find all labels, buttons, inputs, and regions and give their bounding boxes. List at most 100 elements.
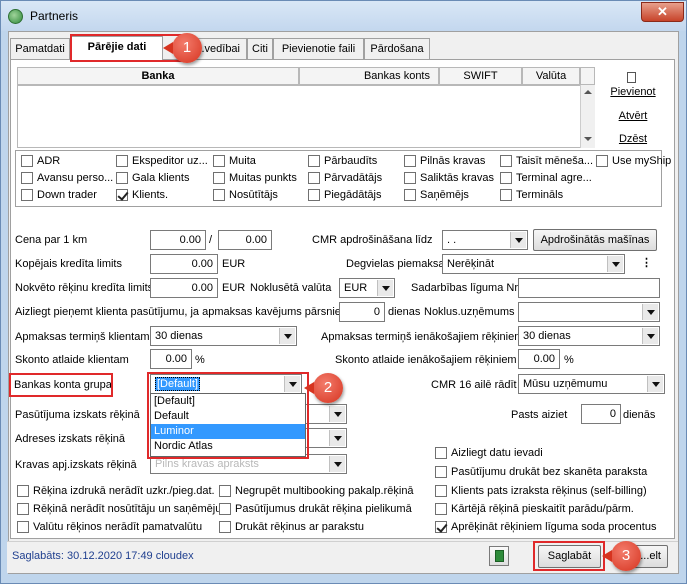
price-per-km-input[interactable]: 0.00: [150, 230, 206, 250]
column-header-swift[interactable]: SWIFT: [439, 67, 522, 85]
flag-down-trader[interactable]: Down trader: [21, 189, 97, 201]
option-checkbox[interactable]: [435, 503, 447, 515]
flag-checkbox[interactable]: [404, 155, 416, 167]
flag-adr[interactable]: ADR: [21, 155, 60, 167]
flag-klients[interactable]: Klients.: [116, 189, 168, 201]
opt-print-without-signature[interactable]: Pasūtījumu drukāt bez skanēta paraksta: [435, 466, 647, 478]
flag-checkbox[interactable]: [213, 189, 225, 201]
opt-hide-base-currency[interactable]: Valūtu rēķinos nerādīt pamatvalūtu: [17, 521, 202, 533]
open-bank-button[interactable]: Atvērt: [604, 110, 662, 122]
flag-checkbox[interactable]: [500, 155, 512, 167]
flag-checkbox[interactable]: [500, 172, 512, 184]
flag-checkbox[interactable]: [404, 189, 416, 201]
opt-add-debt[interactable]: Kārtējā rēķinā pieskaitīt parādu/pārm.: [435, 503, 634, 515]
flag-muitas-punkts[interactable]: Muitas punkts: [213, 172, 297, 184]
flag-muita[interactable]: Muita: [213, 155, 256, 167]
deny-orders-days-input[interactable]: 0: [339, 302, 385, 322]
scroll-down-icon[interactable]: [584, 137, 592, 141]
tab-pardosana[interactable]: Pārdošana: [364, 38, 430, 59]
cmr16-select[interactable]: Mūsu uzņēmumu: [518, 374, 665, 394]
add-bank-button[interactable]: Pievienot: [604, 86, 662, 98]
flag-taisit-menesa[interactable]: Taisīt mēneša...: [500, 155, 593, 167]
flag-avansu[interactable]: Avansu perso...: [21, 172, 113, 184]
flag-nosutitajs[interactable]: Nosūtītājs: [213, 189, 278, 201]
opt-print-orders-attachment[interactable]: Pasūtījumus drukāt rēķina pielikumā: [219, 503, 412, 515]
client-payment-term-select[interactable]: 30 dienas: [150, 326, 297, 346]
opt-print-with-signature[interactable]: Drukāt rēķinus ar parakstu: [219, 521, 364, 533]
total-credit-input[interactable]: 0.00: [150, 254, 218, 274]
flag-checkbox[interactable]: [500, 189, 512, 201]
chevron-down-icon[interactable]: [279, 328, 295, 344]
opt-self-billing[interactable]: Klients pats izraksta rēķinus (self-bill…: [435, 485, 647, 497]
overdue-credit-input[interactable]: 0.00: [150, 278, 218, 298]
flag-pilnas-kravas[interactable]: Pilnās kravas: [404, 155, 485, 167]
close-button[interactable]: ✕: [641, 2, 684, 22]
pasts-aiziet-input[interactable]: 0: [581, 404, 621, 424]
default-company-select[interactable]: [518, 302, 660, 322]
flag-checkbox[interactable]: [596, 155, 608, 167]
opt-penalty-interest[interactable]: Aprēķināt rēķiniem līguma soda procentus: [435, 521, 656, 533]
flag-checkbox[interactable]: [404, 172, 416, 184]
opt-deny-data-entry[interactable]: Aizliegt datu ievadi: [435, 447, 543, 459]
excel-export-icon[interactable]: [489, 546, 509, 566]
flag-gala-klients[interactable]: Gala klients: [116, 172, 189, 184]
option-checkbox[interactable]: [219, 521, 231, 533]
default-currency-select[interactable]: EUR: [339, 278, 395, 298]
column-header-currency[interactable]: Valūta: [522, 67, 580, 85]
opt-hide-sender[interactable]: Rēķinā nerādīt nosūtītāju un saņēmēju: [17, 503, 221, 515]
flag-checkbox[interactable]: [21, 189, 33, 201]
flag-use-myship[interactable]: Use myShip: [596, 155, 671, 167]
insured-cars-button[interactable]: Apdrošinātās mašīnas: [533, 229, 657, 251]
flag-checkbox[interactable]: [116, 172, 128, 184]
chevron-down-icon[interactable]: [329, 430, 345, 446]
flag-checkbox[interactable]: [21, 155, 33, 167]
option-checkbox[interactable]: [435, 466, 447, 478]
flag-terminal-agre[interactable]: Terminal agre...: [500, 172, 592, 184]
client-discount-input[interactable]: 0.00: [150, 349, 192, 369]
contract-no-input[interactable]: [518, 278, 660, 298]
chevron-down-icon[interactable]: [510, 232, 526, 248]
option-checkbox[interactable]: [17, 521, 29, 533]
option-checkbox[interactable]: [219, 503, 231, 515]
flag-checkbox[interactable]: [213, 155, 225, 167]
chevron-down-icon[interactable]: [329, 406, 345, 422]
option-checkbox[interactable]: [17, 503, 29, 515]
column-header-account[interactable]: Bankas konts: [299, 67, 439, 85]
option-checkbox-checked[interactable]: [435, 521, 447, 533]
option-checkbox[interactable]: [17, 485, 29, 497]
option-checkbox[interactable]: [435, 447, 447, 459]
option-checkbox[interactable]: [219, 485, 231, 497]
more-options-icon[interactable]: ⋮: [641, 256, 652, 269]
flag-sanemejs[interactable]: Saņēmējs: [404, 189, 469, 201]
flag-checkbox[interactable]: [308, 155, 320, 167]
chevron-down-icon[interactable]: [642, 328, 658, 344]
flag-saliktas-kravas[interactable]: Saliktās kravas: [404, 172, 494, 184]
column-header-bank[interactable]: Banka: [17, 67, 299, 85]
tab-pamatdati[interactable]: Pamatdati: [10, 38, 70, 59]
delete-bank-button[interactable]: Dzēst: [604, 133, 662, 145]
flag-checkbox-checked[interactable]: [116, 189, 128, 201]
chevron-down-icon[interactable]: [329, 456, 345, 472]
chevron-down-icon[interactable]: [377, 280, 393, 296]
flag-checkbox[interactable]: [308, 172, 320, 184]
flag-parbaudits[interactable]: Pārbaudīts: [308, 155, 377, 167]
incoming-discount-input[interactable]: 0.00: [518, 349, 560, 369]
flag-parvadatajs[interactable]: Pārvadātājs: [308, 172, 382, 184]
opt-hide-dates[interactable]: Rēķina izdrukā nerādīt uzkr./pieg.dat.: [17, 485, 215, 497]
flag-checkbox[interactable]: [308, 189, 320, 201]
fuel-select[interactable]: Nerēķināt: [442, 254, 625, 274]
bank-grid[interactable]: [17, 85, 595, 148]
tab-pievienotie-faili[interactable]: Pievienotie faili: [273, 38, 364, 59]
grid-scrollbar[interactable]: [580, 85, 595, 148]
flag-checkbox[interactable]: [21, 172, 33, 184]
chevron-down-icon[interactable]: [642, 304, 658, 320]
chevron-down-icon[interactable]: [607, 256, 623, 272]
flag-checkbox[interactable]: [116, 155, 128, 167]
cmr-insurance-date[interactable]: . .: [442, 230, 528, 250]
incoming-payment-term-select[interactable]: 30 dienas: [518, 326, 660, 346]
price-per-km-input-2[interactable]: 0.00: [218, 230, 272, 250]
chevron-down-icon[interactable]: [647, 376, 663, 392]
opt-no-group-multibooking[interactable]: Negrupēt multibooking pakalp.rēķinā: [219, 485, 414, 497]
flag-terminals[interactable]: Termināls: [500, 189, 563, 201]
flag-ekspeditor[interactable]: Ekspeditor uz...: [116, 155, 208, 167]
